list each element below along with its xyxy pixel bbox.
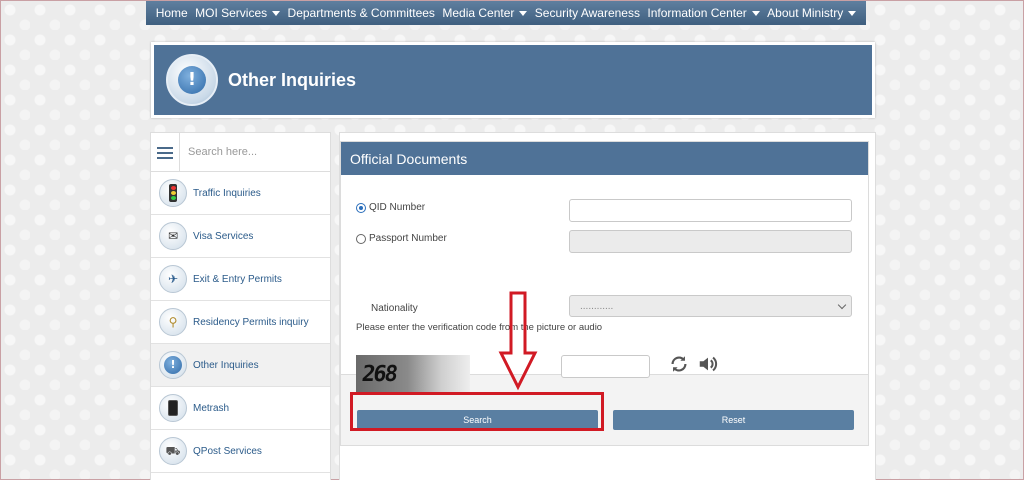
caret-down-icon xyxy=(519,10,528,16)
caret-down-icon xyxy=(272,10,281,16)
search-button[interactable]: Search xyxy=(357,410,598,430)
exclamation-icon: ! xyxy=(159,351,187,379)
qid-label: QID Number xyxy=(369,202,426,213)
traffic-light-icon xyxy=(159,179,187,207)
nav-media-center[interactable]: Media Center xyxy=(442,6,528,20)
sidebar-item-label: Metrash xyxy=(193,402,230,414)
nav-label: About Ministry xyxy=(767,6,844,20)
caret-down-icon xyxy=(848,10,857,16)
hamburger-menu-icon[interactable] xyxy=(151,133,180,172)
nav-label: Departments & Committees xyxy=(287,6,435,20)
sidebar-item-label: Exit & Entry Permits xyxy=(193,273,282,285)
sidebar-item-traffic-inquiries[interactable]: Traffic Inquiries xyxy=(151,172,330,215)
page-header-band: ! Other Inquiries xyxy=(154,45,872,115)
nav-about-ministry[interactable]: About Ministry xyxy=(767,6,857,20)
sidebar-item-label: Residency Permits inquiry xyxy=(193,316,309,328)
form-title: Official Documents xyxy=(341,142,868,175)
audio-captcha-icon[interactable] xyxy=(697,353,719,375)
form-body: QID Number Passport Number Nationality .… xyxy=(341,175,868,393)
nav-label: Media Center xyxy=(442,6,515,20)
exclamation-bubble-icon: ! xyxy=(166,54,218,106)
nav-departments-committees[interactable]: Departments & Committees xyxy=(288,6,435,20)
sidebar-item-metrash[interactable]: Metrash xyxy=(151,387,330,430)
refresh-captcha-icon[interactable] xyxy=(668,352,690,376)
passport-radio-option[interactable]: Passport Number xyxy=(356,233,447,244)
nav-security-awareness[interactable]: Security Awareness xyxy=(535,6,640,20)
sidebar-item-exit-entry-permits[interactable]: ✈ Exit & Entry Permits xyxy=(151,258,330,301)
page-title: Other Inquiries xyxy=(228,69,357,90)
captcha-image: 268 xyxy=(356,355,470,393)
airplane-icon: ✈ xyxy=(159,265,187,293)
residency-search-icon: ⚲ xyxy=(159,308,187,336)
qid-radio[interactable] xyxy=(356,202,366,213)
sidebar-item-visa-services[interactable]: ✉ Visa Services xyxy=(151,215,330,258)
nav-label: Home xyxy=(155,6,188,20)
sidebar-item-qpost-services[interactable]: ⛟ QPost Services xyxy=(151,430,330,473)
verification-instructions: Please enter the verification code from … xyxy=(356,322,603,333)
sidebar-item-label: Visa Services xyxy=(193,230,254,242)
nav-moi-services[interactable]: MOI Services xyxy=(195,6,281,20)
official-documents-form: Official Documents QID Number Passport N… xyxy=(340,141,869,446)
visa-stamp-icon: ✉ xyxy=(159,222,187,250)
services-sidebar: Traffic Inquiries ✉ Visa Services ✈ Exit… xyxy=(150,132,331,480)
sidebar-item-label: Traffic Inquiries xyxy=(193,187,261,199)
nationality-select[interactable]: ............ xyxy=(569,295,852,317)
sidebar-item-label: Other Inquiries xyxy=(193,359,259,371)
caret-down-icon xyxy=(751,10,760,16)
passport-number-input[interactable] xyxy=(569,230,852,253)
passport-radio[interactable] xyxy=(356,233,366,244)
phone-icon xyxy=(159,394,187,422)
qid-number-input[interactable] xyxy=(569,199,852,222)
sidebar-item-other-inquiries[interactable]: ! Other Inquiries xyxy=(151,344,330,387)
sidebar-item-label: QPost Services xyxy=(193,445,262,457)
nationality-label: Nationality xyxy=(371,303,418,314)
main-content: Official Documents QID Number Passport N… xyxy=(339,132,876,480)
nationality-value: ............ xyxy=(580,300,614,312)
top-navigation: Home MOI Services Departments & Committe… xyxy=(146,1,866,25)
nav-label: Information Center xyxy=(647,6,747,20)
sidebar-search-input[interactable] xyxy=(180,133,330,171)
post-truck-icon: ⛟ xyxy=(159,437,187,465)
page-header: ! Other Inquiries xyxy=(151,42,875,118)
nav-label: MOI Services xyxy=(195,6,268,20)
nav-information-center[interactable]: Information Center xyxy=(647,6,760,20)
qid-radio-option[interactable]: QID Number xyxy=(356,202,425,213)
reset-button[interactable]: Reset xyxy=(613,410,854,430)
passport-label: Passport Number xyxy=(369,233,447,244)
sidebar-search-row xyxy=(151,133,330,172)
nav-home[interactable]: Home xyxy=(156,6,188,20)
chevron-down-icon xyxy=(837,300,847,310)
sidebar-item-residency-permits[interactable]: ⚲ Residency Permits inquiry xyxy=(151,301,330,344)
captcha-text: 268 xyxy=(360,361,398,387)
nav-label: Security Awareness xyxy=(534,6,640,20)
captcha-input[interactable] xyxy=(561,355,650,378)
